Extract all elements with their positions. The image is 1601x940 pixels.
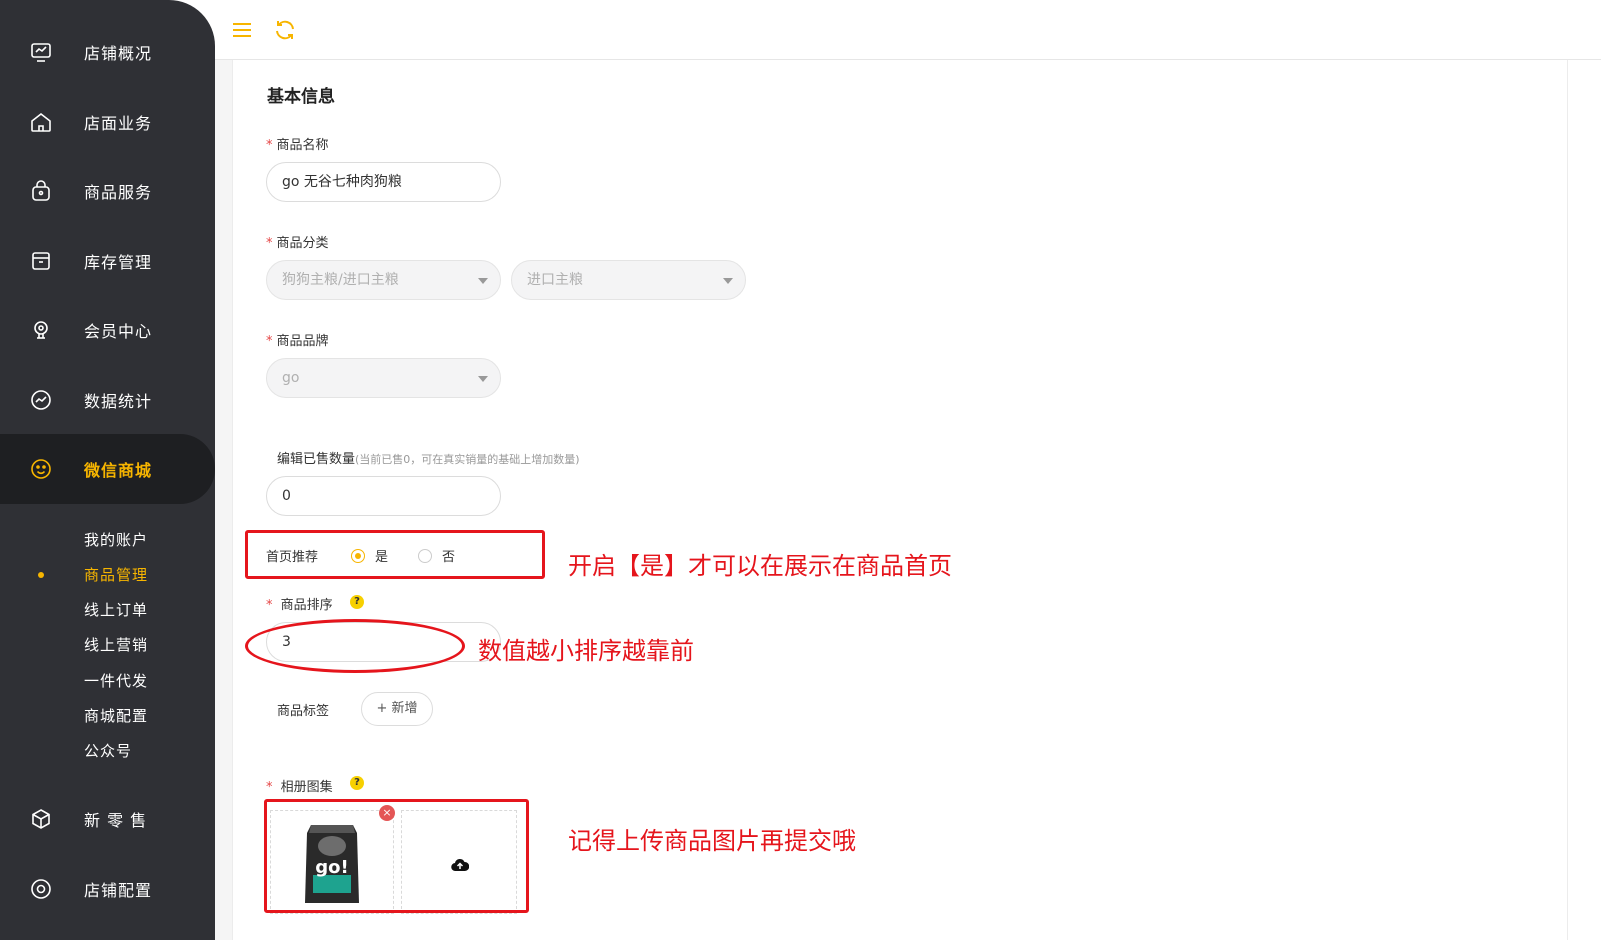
chevron-down-icon: [723, 278, 733, 284]
chart-icon: [31, 390, 51, 410]
annotation-ellipse-sort: [245, 619, 465, 673]
sidebar: 店铺概况 店面业务 商品服务 库存管理 会员中心 数据统计 微信商城 我的账户 …: [0, 0, 215, 940]
sub-item-online-orders[interactable]: 线上订单: [84, 599, 148, 620]
product-category-label: * 商品分类: [266, 236, 329, 251]
cube-icon: [32, 809, 50, 829]
annotation-box-album: [264, 799, 529, 913]
sidebar-item-inventory[interactable]: 库存管理: [0, 226, 215, 296]
member-icon: [34, 321, 48, 339]
settings-icon: [31, 879, 51, 899]
sidebar-item-statistics[interactable]: 数据统计: [0, 365, 215, 435]
box-icon: [32, 252, 50, 270]
sub-item-my-account[interactable]: 我的账户: [84, 529, 148, 550]
brand-select[interactable]: go: [266, 358, 501, 398]
sidebar-item-label: 会员中心: [84, 322, 153, 341]
sidebar-item-label: 店面业务: [84, 114, 153, 133]
sub-item-online-marketing[interactable]: 线上营销: [84, 634, 148, 655]
sidebar-item-new-retail[interactable]: 新 零 售: [0, 784, 215, 854]
sold-count-hint: (当前已售0，可在真实销量的基础上增加数量): [355, 453, 580, 466]
brand-select-value: go: [282, 370, 300, 386]
annotation-box-recommend: [245, 530, 545, 579]
category-select-primary[interactable]: 狗狗主粮/进口主粮: [266, 260, 501, 300]
sidebar-item-store-config[interactable]: 店铺配置: [0, 854, 215, 924]
annotation-sort-note: 数值越小排序越靠前: [478, 637, 694, 665]
sidebar-item-label: 库存管理: [84, 253, 153, 272]
sub-item-mall-config[interactable]: 商城配置: [84, 705, 148, 726]
sub-item-dropshipping[interactable]: 一件代发: [84, 670, 148, 691]
sidebar-item-wechat-mall[interactable]: 微信商城: [0, 434, 215, 504]
hamburger-icon[interactable]: [230, 18, 254, 42]
sidebar-item-label: 店铺配置: [84, 881, 153, 900]
content-gutter: [215, 60, 232, 940]
sidebar-item-label: 新 零 售: [84, 811, 148, 830]
help-icon[interactable]: ?: [350, 776, 364, 790]
sidebar-item-label: 商品服务: [84, 183, 153, 202]
annotation-recommend-note: 开启【是】才可以在展示在商品首页: [568, 552, 952, 580]
product-name-label: * 商品名称: [266, 138, 329, 153]
chevron-down-icon: [478, 376, 488, 382]
sidebar-item-label: 数据统计: [84, 392, 153, 411]
product-tags-label: 商品标签: [277, 704, 330, 719]
section-title: 基本信息: [267, 87, 335, 107]
sidebar-item-member[interactable]: 会员中心: [0, 295, 215, 365]
sidebar-item-label: 微信商城: [84, 461, 153, 480]
bag-icon: [32, 180, 50, 201]
product-name-input[interactable]: go 无谷七种肉狗粮: [266, 162, 501, 202]
monitor-icon: [31, 43, 51, 62]
refresh-icon[interactable]: [273, 18, 297, 42]
category-select-primary-value: 狗狗主粮/进口主粮: [282, 272, 399, 288]
add-tag-button[interactable]: + 新增: [361, 692, 433, 726]
sidebar-item-product-service[interactable]: 商品服务: [0, 156, 215, 226]
sold-count-input[interactable]: 0: [266, 476, 501, 516]
top-bar: [215, 0, 1601, 60]
help-icon[interactable]: ?: [350, 595, 364, 609]
wechat-smile-icon: [31, 459, 51, 479]
sold-count-label: 编辑已售数量(当前已售0，可在真实销量的基础上增加数量): [277, 452, 580, 467]
category-select-secondary-value: 进口主粮: [527, 272, 583, 288]
sidebar-item-label: 店铺概况: [84, 44, 153, 63]
sub-item-official-account[interactable]: 公众号: [84, 740, 132, 761]
product-brand-label: * 商品品牌: [266, 334, 329, 349]
album-label: * 相册图集: [266, 780, 333, 795]
category-select-secondary[interactable]: 进口主粮: [511, 260, 746, 300]
product-sort-label: * 商品排序: [266, 598, 333, 613]
active-dot: [38, 572, 44, 578]
store-icon: [31, 112, 51, 132]
sidebar-item-store-business[interactable]: 店面业务: [0, 87, 215, 157]
sub-item-product-management[interactable]: 商品管理: [84, 564, 148, 585]
annotation-album-note: 记得上传商品图片再提交哦: [568, 827, 856, 855]
chevron-down-icon: [478, 278, 488, 284]
sidebar-item-overview[interactable]: 店铺概况: [0, 17, 215, 87]
